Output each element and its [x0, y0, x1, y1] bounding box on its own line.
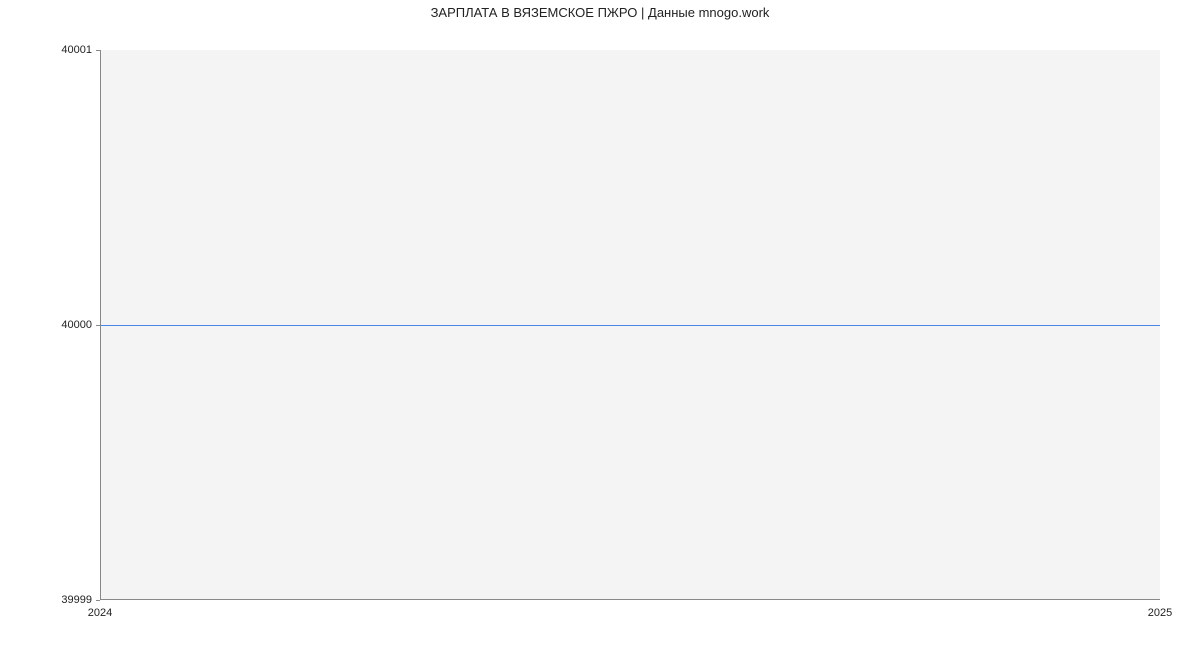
y-tick-label: 40001	[32, 44, 92, 56]
x-tick-label: 2024	[88, 607, 112, 619]
chart-container: ЗАРПЛАТА В ВЯЗЕМСКОЕ ПЖРО | Данные mnogo…	[0, 0, 1200, 650]
plot-area	[100, 50, 1160, 600]
y-tick-label: 40000	[32, 319, 92, 331]
y-tick-mark	[96, 50, 100, 51]
line-series	[101, 325, 1160, 326]
y-tick-label: 39999	[32, 594, 92, 606]
y-tick-mark	[96, 600, 100, 601]
chart-title: ЗАРПЛАТА В ВЯЗЕМСКОЕ ПЖРО | Данные mnogo…	[0, 5, 1200, 20]
x-tick-label: 2025	[1148, 607, 1172, 619]
y-tick-mark	[96, 325, 100, 326]
